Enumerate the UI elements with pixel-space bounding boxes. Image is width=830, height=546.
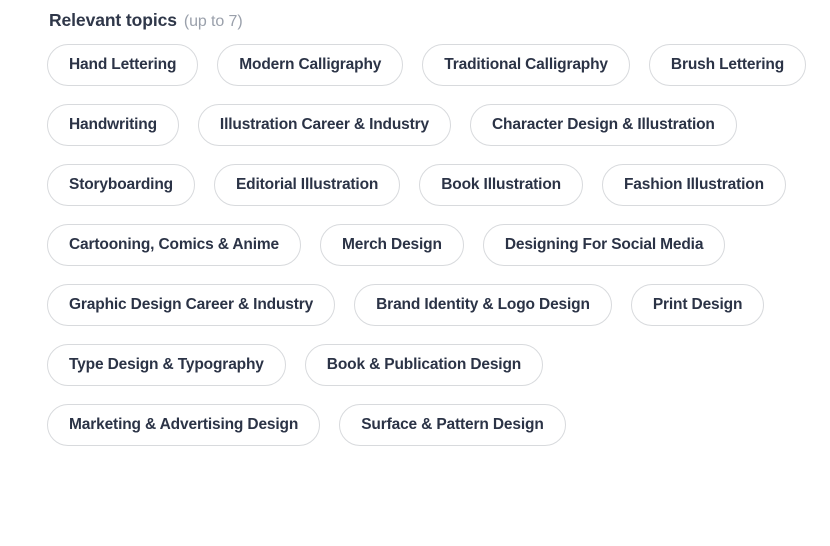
topic-pill-label: Cartooning, Comics & Anime [69, 236, 279, 253]
topic-pill-label: Surface & Pattern Design [361, 416, 544, 433]
topic-pill[interactable]: Print Design [630, 284, 765, 326]
page-title: Relevant topics [49, 10, 177, 30]
topic-pill[interactable]: Character Design & Illustration [470, 104, 737, 146]
topic-pill[interactable]: Graphic Design Career & Industry [47, 284, 336, 326]
topic-pill-label: Book & Publication Design [326, 356, 522, 373]
topic-pill[interactable]: Traditional Calligraphy [422, 44, 630, 86]
topic-pill[interactable]: Brush Lettering [648, 44, 807, 86]
topic-pill-label: Graphic Design Career & Industry [69, 296, 314, 313]
topic-pill-label: Hand Lettering [69, 56, 177, 73]
topic-pill-label: Storyboarding [69, 176, 173, 193]
topic-pill[interactable]: Hand Lettering [47, 44, 199, 86]
topic-pill-label: Handwriting [69, 116, 157, 133]
relevant-topics-panel: Relevant topics (up to 7) Hand Lettering… [0, 0, 830, 446]
topic-pill[interactable]: Marketing & Advertising Design [47, 404, 321, 446]
topic-pill[interactable]: Designing For Social Media [482, 224, 726, 266]
topic-pill-label: Modern Calligraphy [239, 56, 382, 73]
topic-pill[interactable]: Editorial Illustration [213, 164, 401, 206]
topic-pill-label: Illustration Career & Industry [219, 116, 430, 133]
topic-pill-label: Brush Lettering [670, 56, 785, 73]
topic-pill[interactable]: Surface & Pattern Design [339, 404, 566, 446]
topic-pill[interactable]: Storyboarding [47, 164, 195, 206]
topic-pill-label: Character Design & Illustration [492, 116, 715, 133]
topic-pill[interactable]: Illustration Career & Industry [197, 104, 452, 146]
topic-pill[interactable]: Book & Publication Design [304, 344, 544, 386]
topic-pill-label: Print Design [652, 296, 743, 313]
selection-limit-hint: (up to 7) [183, 13, 243, 30]
topic-pill[interactable]: Book Illustration [419, 164, 583, 206]
topic-pill[interactable]: Type Design & Typography [47, 344, 286, 386]
topic-pill[interactable]: Merch Design [319, 224, 464, 266]
topic-pill-label: Book Illustration [441, 176, 561, 193]
topic-pill-label: Designing For Social Media [504, 236, 704, 253]
topic-pill[interactable]: Cartooning, Comics & Anime [47, 224, 301, 266]
topic-pill-label: Merch Design [341, 236, 442, 253]
topic-pill-label: Type Design & Typography [69, 356, 264, 373]
topic-pill-label: Traditional Calligraphy [444, 56, 608, 73]
section-heading: Relevant topics (up to 7) [49, 10, 830, 30]
topic-pill[interactable]: Modern Calligraphy [217, 44, 404, 86]
topic-pill[interactable]: Fashion Illustration [601, 164, 786, 206]
topic-pill[interactable]: Handwriting [47, 104, 179, 146]
topic-pill-label: Marketing & Advertising Design [69, 416, 299, 433]
topic-pill-list: Hand Lettering Modern Calligraphy Traditio… [47, 44, 807, 446]
topic-pill-label: Brand Identity & Logo Design [376, 296, 590, 313]
topic-pill-label: Fashion Illustration [623, 176, 764, 193]
topic-pill-label: Editorial Illustration [235, 176, 379, 193]
topic-pill[interactable]: Brand Identity & Logo Design [354, 284, 612, 326]
